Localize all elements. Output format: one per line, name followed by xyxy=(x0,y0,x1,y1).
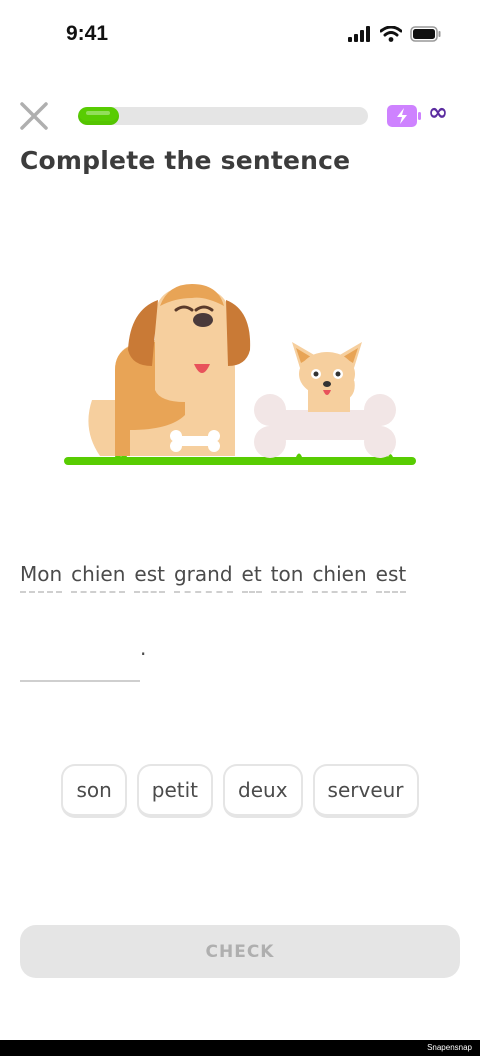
close-icon[interactable] xyxy=(18,100,50,132)
sentence-words: Mon chien est grand et ton chien est xyxy=(20,562,460,593)
word-chip-deux[interactable]: deux xyxy=(223,764,303,818)
answer-blank[interactable] xyxy=(20,680,140,682)
word-chip-petit[interactable]: petit xyxy=(136,764,214,818)
lesson-progress-bar xyxy=(78,107,368,125)
sentence-word[interactable]: chien xyxy=(71,562,126,593)
sentence-word[interactable]: grand xyxy=(173,562,233,593)
wifi-icon xyxy=(380,26,402,42)
sentence-word[interactable]: ton xyxy=(270,562,304,593)
sentence-word[interactable]: et xyxy=(241,562,262,593)
lesson-progress-fill xyxy=(78,107,119,125)
energy-icon[interactable] xyxy=(386,104,422,128)
battery-icon xyxy=(410,26,441,42)
page-title: Complete the sentence xyxy=(20,146,351,175)
sentence-word[interactable]: est xyxy=(375,562,407,593)
footer-bar: Snapensnap xyxy=(0,1040,480,1056)
status-bar: 9:41 xyxy=(0,0,480,72)
infinity-icon: ∞ xyxy=(428,98,448,126)
status-icons xyxy=(348,26,442,42)
check-button[interactable]: CHECK xyxy=(20,925,460,978)
sentence-period: . xyxy=(140,636,147,660)
lesson-header: ∞ xyxy=(0,96,480,140)
sentence-word[interactable]: chien xyxy=(312,562,367,593)
word-chip-serveur[interactable]: serveur xyxy=(312,764,419,818)
sentence-prompt: Mon chien est grand et ton chien est xyxy=(20,562,460,593)
word-chip-son[interactable]: son xyxy=(61,764,127,818)
watermark: Snapensnap xyxy=(427,1043,472,1052)
word-bank: son petit deux serveur xyxy=(0,764,480,818)
dogs-illustration xyxy=(64,284,416,465)
status-time: 9:41 xyxy=(66,22,109,45)
sentence-word[interactable]: est xyxy=(134,562,165,593)
sentence-word[interactable]: Mon xyxy=(20,562,63,593)
signal-icon xyxy=(348,26,370,42)
